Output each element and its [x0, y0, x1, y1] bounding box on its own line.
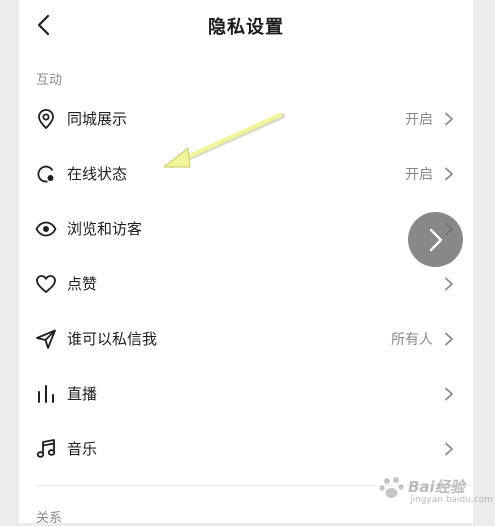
section-label-interaction: 互动 [36, 73, 63, 88]
watermark-subtext: jingyan.baidu.com [410, 495, 494, 505]
setting-label: 同城展示 [67, 110, 128, 128]
setting-value: 开启 [405, 167, 433, 183]
chevron-right-icon [445, 112, 453, 126]
setting-row-messages[interactable]: 谁可以私信我 所有人 [19, 311, 473, 366]
annotation-arrow-icon [162, 113, 285, 168]
location-pin-icon [38, 109, 54, 130]
settings-panel: 隐私设置 互动 同城展示 开启 在线状态 开启 浏览和访客 点赞 谁可以私信我 … [19, 0, 473, 526]
music-note-icon [36, 439, 56, 458]
setting-label: 点赞 [67, 275, 98, 293]
watermark: Bai经验 jingyan.baidu.com [378, 470, 493, 510]
floating-next-button[interactable] [408, 212, 463, 267]
section-label-relations: 关系 [36, 511, 63, 526]
chevron-right-icon [445, 167, 453, 181]
setting-value: 所有人 [391, 332, 433, 348]
heart-icon [36, 275, 56, 293]
online-status-icon [37, 165, 54, 183]
setting-label: 谁可以私信我 [67, 330, 158, 348]
watermark-text: Bai经验 [408, 478, 465, 496]
top-bar: 隐私设置 [19, 0, 473, 52]
chevron-right-icon [445, 387, 453, 401]
setting-label: 直播 [67, 385, 98, 403]
page-title: 隐私设置 [208, 17, 284, 38]
chevron-right-icon [445, 442, 453, 456]
chevron-right-icon [429, 228, 443, 252]
setting-label: 音乐 [67, 440, 98, 458]
paw-logo-icon [379, 477, 404, 498]
setting-row-visitors[interactable]: 浏览和访客 [19, 201, 473, 256]
setting-row-likes[interactable]: 点赞 [19, 256, 473, 311]
setting-value: 开启 [405, 112, 433, 128]
send-icon [36, 329, 56, 349]
eye-icon [35, 221, 57, 237]
bars-icon [38, 385, 54, 403]
setting-label: 浏览和访客 [67, 220, 143, 238]
chevron-right-icon [445, 277, 453, 291]
setting-row-music[interactable]: 音乐 [19, 421, 473, 476]
chevron-right-icon [445, 332, 453, 346]
setting-label: 在线状态 [67, 165, 128, 183]
setting-row-live[interactable]: 直播 [19, 366, 473, 421]
